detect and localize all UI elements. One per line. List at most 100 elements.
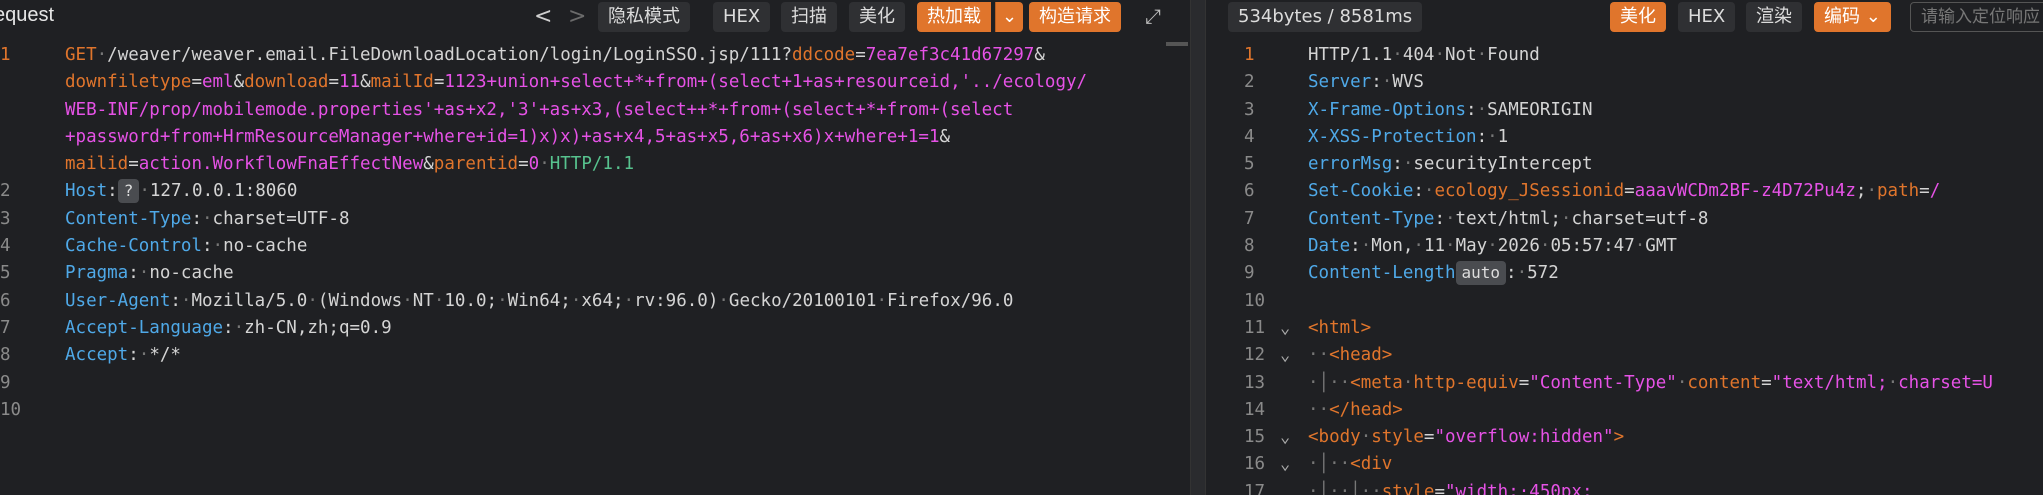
token: : — [107, 181, 118, 202]
response-line: 14 ··</head> — [1206, 397, 2043, 424]
token: : — [1392, 154, 1403, 175]
back-arrow-icon[interactable]: < — [534, 2, 552, 32]
beautify-button[interactable]: 美化 — [849, 2, 905, 32]
token: Cache-Control — [65, 236, 202, 257]
token: X-Frame-Options — [1308, 99, 1467, 120]
token: = — [1761, 372, 1772, 393]
request-line: 9 — [0, 370, 1190, 397]
scan-button[interactable]: 扫描 — [781, 2, 837, 32]
token: · — [1444, 208, 1456, 229]
expand-icon[interactable]: ⤢ — [1140, 3, 1166, 29]
line-text: ·│··<meta·http-equiv="Content-Type"·cont… — [1308, 370, 1993, 397]
token: · — [1866, 181, 1878, 202]
line-text: Host:? ·127.0.0.1:8060 — [65, 178, 297, 205]
token: "Content-Type" — [1529, 372, 1677, 393]
line-number: 7 — [0, 317, 11, 338]
token: & — [423, 154, 434, 175]
inline-badge[interactable]: auto — [1455, 261, 1507, 286]
token: ·│·· — [1308, 372, 1351, 393]
token: path — [1877, 181, 1920, 202]
token: · — [623, 290, 635, 311]
line-number: 10 — [0, 399, 22, 420]
token: content — [1687, 372, 1762, 393]
token: <html> — [1308, 317, 1372, 338]
response-line: 3 X-Frame-Options:·SAMEORIGIN — [1206, 97, 2043, 124]
token: <meta — [1350, 372, 1403, 393]
request-line: mailid=action.WorkflowFnaEffectNew&paren… — [0, 151, 1190, 178]
hex-button[interactable]: HEX — [713, 2, 771, 32]
token: Firefox/96.0 — [886, 290, 1014, 311]
token: Mon, — [1371, 236, 1414, 257]
hotload-dropdown-chevron-icon[interactable]: ⌄ — [995, 2, 1023, 32]
request-line: 7 Accept-Language:·zh-CN,zh;q=0.9 — [0, 315, 1190, 342]
line-text: ·│··│··style="width:·450px; — [1308, 479, 1593, 495]
token: · — [1516, 263, 1528, 284]
response-hex-button[interactable]: HEX — [1678, 2, 1736, 32]
token: 572 — [1527, 263, 1559, 284]
token: 404 — [1402, 45, 1435, 65]
token: : — [1476, 126, 1488, 147]
token: · — [1539, 236, 1551, 257]
line-text: Server:·WVS — [1308, 69, 1424, 96]
fold-chevron-icon[interactable]: ⌄ — [1280, 451, 1290, 478]
token: · — [138, 345, 150, 366]
token: WEB-INF/prop/mobilemode.properties'+as+x… — [65, 99, 1014, 120]
private-mode-button[interactable]: 隐私模式 — [598, 2, 690, 32]
token: 1123+union+select+*+from+(select+1+as+re… — [444, 72, 1088, 93]
token: "text/html; — [1771, 372, 1888, 393]
token: = — [433, 72, 445, 93]
line-number: 2 — [1244, 72, 1255, 93]
token: (Windows — [317, 290, 403, 311]
token: = — [191, 72, 202, 93]
request-editor[interactable]: 1 GET·/weaver/weaver.email.FileDownloadLo… — [0, 42, 1190, 424]
token: · — [201, 208, 213, 229]
construct-request-button[interactable]: 构造请求 — [1029, 2, 1121, 32]
line-number: 5 — [1244, 154, 1255, 175]
token: · — [1402, 372, 1414, 393]
line-number: 6 — [0, 290, 11, 311]
inline-badge[interactable]: ? — [117, 179, 140, 204]
token: 11 — [1423, 236, 1446, 257]
token: & — [939, 126, 951, 147]
chevron-down-icon: ⌄ — [1865, 6, 1881, 27]
token: · — [1423, 181, 1435, 202]
hotload-button[interactable]: 热加载 — [917, 2, 991, 32]
token: errorMsg — [1308, 154, 1393, 175]
token: ddcode — [792, 45, 856, 65]
response-beautify-button[interactable]: 美化 — [1610, 2, 1666, 32]
response-line: 12 ⌄ ··<head> — [1206, 342, 2043, 369]
token: Found — [1487, 45, 1540, 65]
response-line: 17 ·│··│··style="width:·450px; — [1206, 479, 2043, 495]
line-text: errorMsg:·securityIntercept — [1308, 151, 1593, 178]
forward-arrow-icon[interactable]: > — [568, 2, 586, 32]
fold-chevron-icon[interactable]: ⌄ — [1280, 424, 1290, 451]
token: Date — [1308, 236, 1351, 257]
fold-chevron-icon[interactable]: ⌄ — [1280, 315, 1290, 342]
token: · — [1560, 208, 1572, 229]
pane-divider[interactable] — [1190, 0, 1206, 495]
token: 1 — [1497, 126, 1509, 147]
encoding-dropdown[interactable]: 编码 ⌄ — [1814, 2, 1891, 32]
token: · — [180, 290, 192, 311]
line-text: Set-Cookie:·ecology_JSessionid=aaavWCDm2… — [1308, 178, 1940, 205]
token: GET — [65, 45, 97, 65]
fold-chevron-icon[interactable]: ⌄ — [1280, 342, 1290, 369]
line-text: X-XSS-Protection:·1 — [1308, 124, 1508, 151]
token: securityIntercept — [1413, 154, 1593, 175]
line-number: 4 — [0, 236, 11, 257]
token: : — [201, 236, 213, 257]
token: · — [1445, 236, 1456, 257]
line-number: 5 — [0, 263, 11, 284]
response-editor[interactable]: 1 HTTP/1.1·404·Not·Found 2 Server:·WVS 3 X-Fr… — [1206, 42, 2043, 495]
line-number: 1 — [1244, 45, 1255, 65]
line-number: 8 — [0, 345, 11, 366]
line-number: 7 — [1244, 208, 1255, 229]
render-button[interactable]: 渲染 — [1746, 2, 1802, 32]
request-pane: equest < > 隐私模式 HEX 扫描 美化 热加载 ⌄ 构造请求 ⤢ 1… — [0, 0, 1190, 495]
response-search-input[interactable]: 请输入定位响应 — [1910, 2, 2043, 32]
token: · — [1381, 72, 1393, 93]
token: ·│·· — [1308, 454, 1351, 475]
line-text: Accept:·*/* — [65, 342, 181, 369]
line-text: ·│··<div — [1308, 451, 1392, 478]
line-text: <body·style="overflow:hidden"> — [1308, 424, 1624, 451]
